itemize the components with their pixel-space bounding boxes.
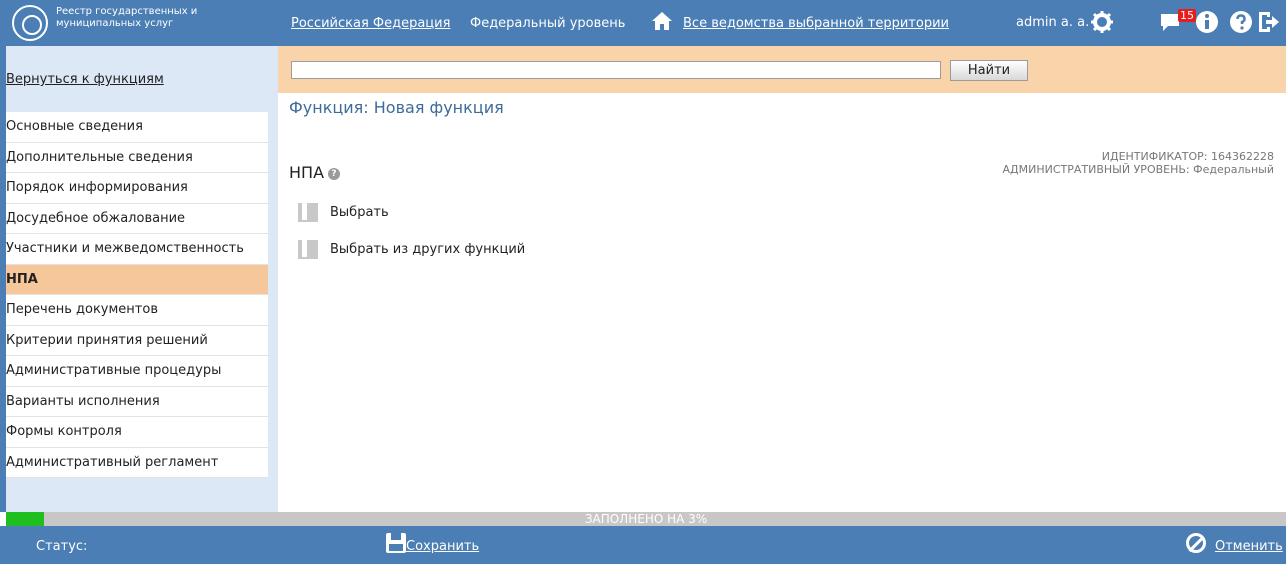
page-title: Функция: Новая функция: [289, 98, 504, 117]
fill-progress-bar: ЗАПОЛНЕНО НА 3%: [6, 512, 1286, 526]
sidebar-item-label: Формы контроля: [6, 424, 122, 439]
status-bar: Статус: Сохранить Отменить: [0, 526, 1286, 564]
sidebar-item-admin-procedures[interactable]: Административные процедуры: [6, 356, 268, 387]
search-button[interactable]: Найти: [950, 60, 1028, 81]
sidebar-item-main-info[interactable]: Основные сведения: [6, 112, 268, 143]
sidebar-item-informing-order[interactable]: Порядок информирования: [6, 173, 268, 204]
identifier: ИДЕНТИФИКАТОР: 164362228: [1101, 150, 1274, 163]
cancel-icon: [1186, 533, 1206, 553]
help-icon[interactable]: [1229, 10, 1253, 34]
departments-link[interactable]: Все ведомства выбранной территории: [683, 16, 949, 31]
save-label: Сохранить: [406, 539, 480, 554]
app-title[interactable]: Реестр государственных и муниципальных у…: [56, 6, 226, 30]
region-link[interactable]: Российская Федерация: [291, 16, 450, 31]
document-icon: [298, 203, 318, 222]
sidebar-item-execution-variants[interactable]: Варианты исполнения: [6, 387, 268, 417]
user-name[interactable]: admin a. a.: [1016, 15, 1089, 30]
section-title: НПА?: [289, 163, 341, 182]
sidebar-item-additional-info[interactable]: Дополнительные сведения: [6, 143, 268, 173]
back-to-functions-link[interactable]: Вернуться к функциям: [6, 72, 164, 87]
sidebar-item-npa[interactable]: НПА: [6, 264, 268, 295]
sidebar-item-label: Дополнительные сведения: [6, 149, 193, 165]
sidebar-item-control-forms[interactable]: Формы контроля: [6, 417, 268, 448]
sidebar-item-participants[interactable]: Участники и межведомственность: [6, 234, 268, 265]
notification-badge[interactable]: 15: [1178, 9, 1196, 22]
sidebar-item-label: Основные сведения: [6, 119, 143, 134]
sidebar-item-label: Варианты исполнения: [6, 393, 160, 409]
help-icon[interactable]: ?: [328, 167, 341, 180]
cancel-button[interactable]: Отменить: [1186, 533, 1286, 557]
level-selector[interactable]: Федеральный уровень: [470, 16, 625, 31]
sidebar-item-pretrial-appeal[interactable]: Досудебное обжалование: [6, 204, 268, 234]
gear-icon[interactable]: [1090, 10, 1114, 34]
sidebar-item-label: Порядок информирования: [6, 180, 188, 195]
section-title-text: НПА: [289, 163, 325, 182]
home-icon[interactable]: [651, 10, 673, 32]
admin-level: АДМИНИСТРАТИВНЫЙ УРОВЕНЬ: Федеральный: [1002, 163, 1274, 176]
sidebar-item-label: НПА: [6, 271, 38, 287]
sidebar: Вернуться к функциям Основные сведения Д…: [0, 46, 278, 512]
sidebar-item-decision-criteria[interactable]: Критерии принятия решений: [6, 326, 268, 356]
cancel-label: Отменить: [1215, 539, 1283, 554]
sidebar-item-admin-regulation[interactable]: Административный регламент: [6, 448, 268, 478]
sidebar-item-label: Административные процедуры: [6, 363, 222, 378]
sidebar-item-label: Досудебное обжалование: [6, 210, 186, 226]
sidebar-menu: Основные сведения Дополнительные сведени…: [6, 112, 268, 478]
search-bar: Найти: [278, 46, 1286, 93]
progress-label: ЗАПОЛНЕНО НА 3%: [584, 512, 708, 526]
sidebar-item-label: Критерии принятия решений: [6, 332, 208, 348]
sidebar-item-label: Перечень документов: [6, 302, 158, 317]
logo-icon[interactable]: [12, 5, 48, 41]
info-icon[interactable]: [1195, 10, 1219, 34]
top-header: Реестр государственных и муниципальных у…: [0, 0, 1286, 46]
logout-icon[interactable]: [1256, 10, 1280, 34]
meta-info: ИДЕНТИФИКАТОР: 164362228 АДМИНИСТРАТИВНЫ…: [1003, 150, 1274, 176]
select-from-other-label: Выбрать из других функций: [330, 242, 526, 257]
sidebar-item-label: Участники и межведомственность: [6, 241, 244, 256]
floppy-disk-icon: [386, 533, 406, 553]
select-action-label: Выбрать: [330, 205, 389, 220]
search-input[interactable]: [291, 61, 941, 79]
sidebar-item-label: Административный регламент: [6, 454, 219, 470]
sidebar-item-documents-list[interactable]: Перечень документов: [6, 295, 268, 326]
document-icon: [298, 240, 318, 259]
status-label: Статус:: [36, 539, 88, 554]
